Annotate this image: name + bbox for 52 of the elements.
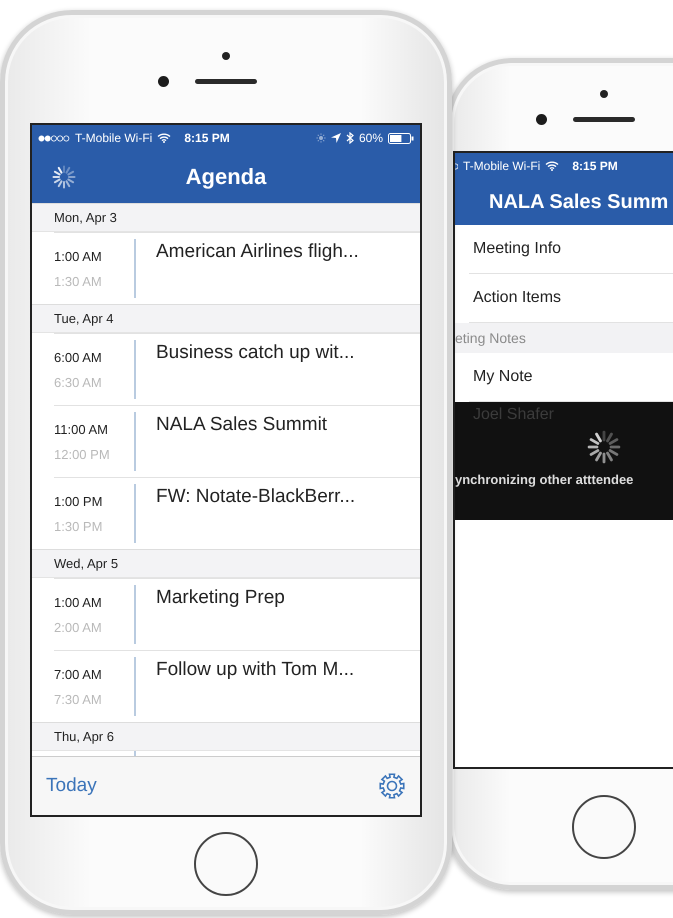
start-time: 11:00 AM [54, 422, 109, 437]
date-header: Mon, Apr 3 [32, 203, 420, 232]
event-title: FW: Notate-BlackBerr... [155, 485, 356, 509]
start-time: 1:00 PM [54, 494, 104, 509]
today-link[interactable]: Today [46, 775, 97, 797]
event-title: Marketing Prep [155, 586, 285, 610]
sensor-dot [600, 90, 608, 98]
end-time: 1:30 AM [54, 274, 103, 289]
end-time: 7:30 AM [54, 692, 103, 707]
loading-spinner-icon [587, 430, 621, 464]
clock-label: 8:15 PM [572, 159, 618, 173]
menu-row[interactable]: Meeting Info [469, 225, 673, 274]
speaker-slot [573, 116, 635, 122]
start-time: 7:00 AM [54, 667, 103, 682]
start-time: 1:00 AM [54, 249, 103, 264]
event-title: NALA Sales Summit [155, 413, 328, 437]
battery-label: 60% [358, 131, 383, 145]
event-title: Business catch up wit... [155, 341, 355, 365]
end-time: 2:00 AM [54, 620, 103, 635]
event-title: American Airlines fligh... [155, 240, 359, 264]
sync-message: ynchronizing other atttendee [455, 472, 634, 487]
wifi-icon [157, 133, 172, 143]
date-header: Wed, Apr 5 [32, 549, 420, 578]
end-time: 1:30 PM [54, 519, 104, 534]
bluetooth-icon [346, 132, 354, 144]
sensor-dot [222, 52, 230, 60]
agenda-event[interactable]: 1:00 AM 2:00 AM Marketing Prep [54, 578, 420, 650]
camera-dot [536, 114, 547, 124]
battery-icon [388, 132, 414, 144]
end-time: 12:00 PM [54, 447, 111, 462]
start-time: 6:00 AM [54, 350, 103, 365]
end-time: 6:30 AM [54, 375, 103, 390]
screen-title: Agenda [186, 164, 266, 190]
location-arrow-icon [330, 133, 341, 143]
brightness-icon [316, 133, 326, 143]
speaker-slot [195, 78, 257, 84]
clock-label: 8:15 PM [184, 131, 230, 145]
agenda-event[interactable]: 11:00 AM 12:00 PM NALA Sales Summit [54, 405, 420, 477]
event-title: Follow up with Tom M... [155, 658, 354, 682]
start-time: 1:00 AM [54, 595, 103, 610]
section-header: eting Notes [455, 323, 673, 353]
camera-dot [158, 76, 169, 86]
settings-icon[interactable] [378, 772, 406, 800]
screen-title: NALA Sales Summ [489, 190, 668, 214]
signal-dots-icon [38, 134, 70, 142]
date-header: Thu, Apr 6 [32, 722, 420, 751]
carrier-label: T-Mobile Wi-Fi [75, 131, 152, 145]
agenda-event[interactable]: 6:00 AM 6:30 AM Business catch up wit... [54, 333, 420, 405]
date-header: Tue, Apr 4 [32, 304, 420, 333]
loading-spinner-icon [52, 165, 76, 189]
carrier-label: T-Mobile Wi-Fi [463, 159, 540, 173]
wifi-icon [545, 161, 560, 171]
